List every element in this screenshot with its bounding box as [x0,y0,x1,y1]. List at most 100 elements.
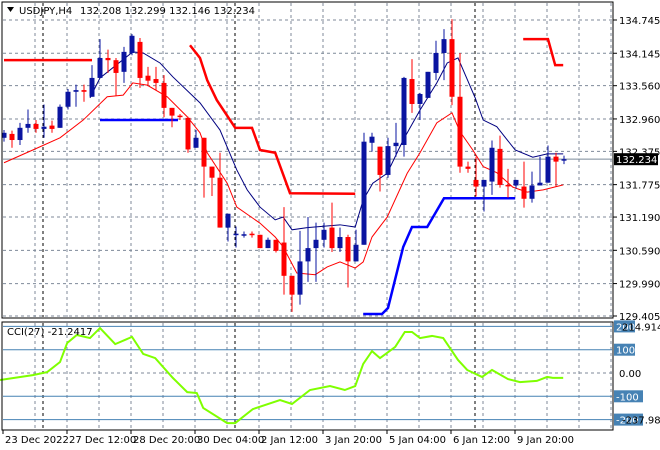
bullish-candle [369,136,375,143]
cci-max-label: 214.9143 [622,322,660,333]
price-tick-label: 131.775 [619,181,660,192]
bearish-candle [9,133,15,141]
bearish-candle [521,186,527,199]
bearish-candle [81,90,87,92]
bearish-candle [249,233,255,236]
bullish-candle [89,77,95,97]
bullish-candle [305,248,311,262]
time-tick-label: 2 Jan 12:00 [261,435,318,446]
price-tick-label: 130.590 [619,246,660,257]
bullish-candle [65,91,71,107]
bearish-candle [201,137,207,167]
bearish-candle [345,237,351,262]
current-price-label: 132.234 [616,155,657,166]
bullish-candle [361,141,367,245]
price-tick-label: 131.190 [619,213,660,224]
time-tick-label: 23 Dec 2022 [5,435,69,446]
bearish-candle [113,60,119,73]
resistance-line [189,44,356,196]
time-tick-label: 28 Dec 20:00 [133,435,200,446]
bearish-candle [137,41,143,78]
bullish-candle [417,94,423,104]
bearish-candle [449,39,455,97]
cci-level-label: -100 [616,392,639,403]
price-chart[interactable]: 2001000.00-100-200214.9143-237.9803 134.… [0,0,660,450]
bearish-candle [257,234,263,249]
time-tick-label: 27 Dec 12:00 [69,435,136,446]
bullish-candle [561,159,567,161]
bearish-candle [329,227,335,249]
time-tick-label: 30 Dec 04:00 [197,435,264,446]
bearish-candle [217,177,223,228]
bullish-candle [297,261,303,295]
bearish-candle [177,115,183,118]
bullish-candle [529,185,535,199]
ohlc-values: 132.208 132.299 132.146 132.234 [80,6,255,17]
time-tick-label: 9 Jan 20:00 [517,435,574,446]
bullish-candle [129,35,135,53]
price-tick-label: 132.960 [619,115,660,126]
triangle-down-icon[interactable] [7,7,14,12]
cci-line [0,326,564,425]
bullish-candle [97,57,103,78]
bullish-candle [393,142,399,147]
chart-header: USDJPY,H4 132.208 132.299 132.146 132.23… [7,6,255,17]
bearish-candle [185,117,191,150]
bullish-candle [41,126,47,129]
cci-level-label: 100 [616,346,635,357]
price-tick-label: 134.745 [619,16,660,27]
bearish-candle [169,107,175,116]
bearish-candle [281,242,287,276]
bullish-candle [425,71,431,98]
price-tick-label: 133.560 [619,82,660,93]
bearish-candle [273,239,279,251]
bullish-candle [25,123,31,128]
candles [1,19,567,312]
bullish-candle [321,229,327,240]
bearish-candle [33,123,39,129]
bearish-candle [377,146,383,175]
cci-level-label: 0.00 [619,369,641,380]
bullish-candle [481,179,487,187]
bullish-candle [121,51,127,72]
time-tick-label: 5 Jan 04:00 [389,435,446,446]
price-axis: 134.745134.145133.560132.960132.375131.7… [613,16,660,323]
bearish-candle [161,82,167,108]
bullish-candle [537,182,543,186]
bearish-candle [289,275,295,295]
bullish-candle [241,234,247,236]
price-tick-label: 129.990 [619,280,660,291]
bearish-candle [49,125,55,129]
bearish-candle [409,79,415,104]
bullish-candle [57,106,63,128]
bullish-candle [401,77,407,145]
bullish-candle [193,137,199,148]
bearish-candle [105,57,111,61]
grid [3,3,612,429]
time-tick-label: 6 Jan 12:00 [453,435,510,446]
bullish-candle [385,146,391,175]
bullish-candle [225,213,231,228]
bearish-candle [497,148,503,185]
bullish-candle [513,179,519,186]
bullish-candle [233,233,239,236]
bearish-candle [473,179,479,187]
bullish-candle [337,237,343,249]
bearish-candle [465,166,471,169]
resistance-line [523,37,564,67]
bearish-candle [505,184,511,187]
price-tick-label: 129.405 [619,312,660,323]
time-tick-label: 3 Jan 20:00 [325,435,382,446]
bearish-candle [457,96,463,167]
bullish-candle [545,156,551,183]
cci-panel-border [1,321,614,431]
bullish-candle [17,127,23,141]
bullish-candle [313,239,319,249]
symbol-label: USDJPY,H4 [19,6,72,17]
bullish-candle [489,147,495,182]
cci-min-label: -237.9803 [622,416,660,427]
bullish-candle [441,39,447,53]
cci-title: CCI(27) -21.2417 [7,327,93,338]
bearish-candle [553,156,559,162]
bullish-candle [353,244,359,262]
